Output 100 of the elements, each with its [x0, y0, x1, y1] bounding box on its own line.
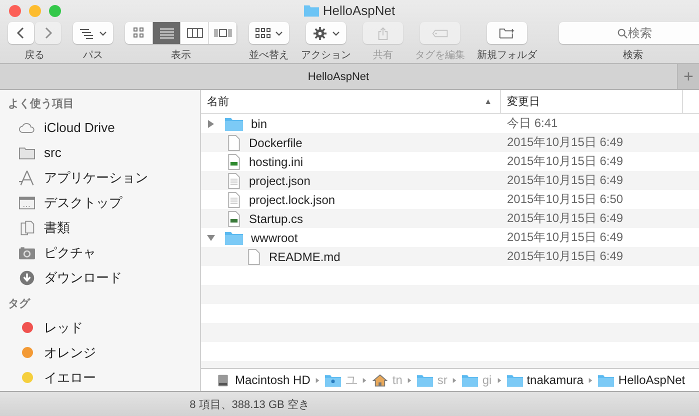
tab[interactable]: HelloAspNet — [0, 64, 677, 89]
path-label: sr — [437, 373, 448, 387]
path-item[interactable]: HelloAspNet — [598, 373, 686, 387]
new-folder-button[interactable] — [487, 22, 527, 44]
triangle-icon — [452, 376, 458, 384]
modified-date: 2015年10月15日 6:49 — [506, 153, 624, 170]
documents-icon — [18, 220, 36, 236]
status-text: 8 項目、388.13 GB 空き — [0, 391, 699, 416]
date-column-header[interactable]: 変更日 — [501, 90, 683, 113]
folder-icon — [18, 144, 36, 160]
desktop-icon — [18, 194, 36, 210]
file-name[interactable]: project.lock.json — [249, 192, 336, 206]
toolbar-label: 検索 — [623, 48, 643, 62]
chevron-right-icon — [43, 26, 53, 40]
sidebar-item[interactable]: ダウンロード — [0, 265, 200, 290]
document-icon — [227, 192, 241, 208]
folder-icon — [304, 4, 319, 17]
file-name[interactable]: bin — [251, 116, 268, 130]
toolbar-label: 並べ替え — [249, 48, 289, 62]
modified-date: 2015年10月15日 6:49 — [506, 210, 624, 227]
modified-date: 今日 6:41 — [506, 115, 558, 132]
toolbar-label: アクション — [301, 49, 351, 62]
modified-date: 2015年10月15日 6:49 — [506, 134, 624, 151]
path-item[interactable]: tnakamura — [506, 373, 584, 387]
document-icon — [227, 134, 241, 150]
sidebar-item[interactable]: src — [0, 140, 200, 165]
modified-date: 2015年10月15日 6:50 — [506, 191, 624, 208]
back-button[interactable] — [8, 22, 34, 44]
path-button[interactable] — [73, 22, 113, 44]
toolbar-label: 新規フォルダ — [477, 48, 537, 62]
disclosure-triangle[interactable] — [207, 234, 215, 242]
new-folder-icon — [499, 26, 515, 40]
list-view-button[interactable] — [153, 22, 181, 44]
search-icon — [617, 28, 628, 39]
sidebar-item[interactable]: デスクトップ — [0, 190, 200, 215]
columns-icon — [186, 27, 204, 39]
download-icon — [18, 270, 36, 286]
folder-icon — [506, 374, 523, 386]
window-title: HelloAspNet — [322, 3, 396, 18]
file-name[interactable]: hosting.ini — [249, 154, 304, 168]
sidebar-item[interactable]: アプリケーション — [0, 165, 200, 190]
triangle-icon — [496, 376, 502, 384]
caret-icon — [332, 30, 340, 36]
close-button[interactable] — [9, 5, 21, 17]
toolbar-label: 戻る — [24, 48, 44, 62]
triangle-icon — [315, 376, 320, 384]
triangle-icon — [588, 376, 594, 384]
sidebar-item[interactable]: イエロー — [0, 365, 200, 390]
sidebar-item[interactable]: レッド — [0, 315, 200, 340]
path-label: tnakamura — [526, 373, 584, 387]
lines-icon — [79, 26, 95, 40]
toolbar-label: 表示 — [171, 48, 191, 62]
toolbar-label: 共有 — [373, 48, 393, 62]
file-name[interactable]: wwwroot — [251, 230, 298, 244]
path-label: Macintosh HD — [235, 373, 310, 387]
list-icon — [158, 27, 176, 39]
document-icon — [227, 172, 241, 188]
caret-icon — [99, 30, 107, 36]
sidebar-heading: よく使う項目 — [7, 97, 75, 112]
path-label: gi — [482, 373, 492, 387]
folder-icon — [325, 374, 342, 386]
path-label: ユ — [345, 372, 358, 388]
sidebar-item[interactable]: 書類 — [0, 215, 200, 240]
file-name[interactable]: project.json — [249, 174, 310, 188]
chevron-left-icon — [16, 26, 26, 40]
name-column-header[interactable]: 名前 ▲ — [201, 90, 501, 113]
file-name[interactable]: Dockerfile — [249, 136, 302, 150]
cover-flow-icon — [214, 27, 232, 39]
apps-icon — [18, 170, 36, 186]
sidebar-heading: タグ — [7, 297, 32, 312]
grid-icon — [255, 26, 271, 40]
modified-date: 2015年10月15日 6:49 — [506, 248, 624, 265]
path-label: tn — [392, 373, 402, 387]
arrange-button[interactable] — [249, 22, 289, 44]
toolbar-label: パス — [83, 49, 103, 62]
folder-icon — [598, 374, 614, 386]
camera-icon — [18, 244, 36, 260]
home-icon — [372, 374, 388, 386]
sidebar-item[interactable]: iCloud Drive — [0, 115, 200, 140]
folder-icon — [417, 374, 434, 386]
code-file-icon — [227, 154, 241, 170]
disclosure-triangle[interactable] — [207, 120, 215, 128]
sidebar-item[interactable]: オレンジ — [0, 340, 200, 365]
search-field[interactable]: 検索 — [559, 22, 699, 44]
document-icon — [247, 248, 261, 264]
path-item[interactable]: Macintosh HD — [215, 373, 310, 387]
file-name[interactable]: README.md — [269, 250, 340, 264]
caret-icon — [275, 30, 283, 36]
code-file-icon — [227, 210, 241, 226]
path-label: HelloAspNet — [618, 373, 686, 387]
triangle-icon — [407, 376, 412, 384]
modified-date: 2015年10月15日 6:49 — [506, 172, 624, 189]
folder-icon — [225, 116, 243, 130]
toolbar-label: タグを編集 — [415, 49, 465, 62]
action-button[interactable] — [306, 22, 346, 44]
folder-icon — [225, 230, 243, 244]
sidebar-item[interactable]: ピクチャ — [0, 240, 200, 265]
modified-date: 2015年10月15日 6:49 — [506, 229, 624, 246]
file-name[interactable]: Startup.cs — [249, 212, 304, 226]
triangle-icon — [362, 376, 368, 384]
